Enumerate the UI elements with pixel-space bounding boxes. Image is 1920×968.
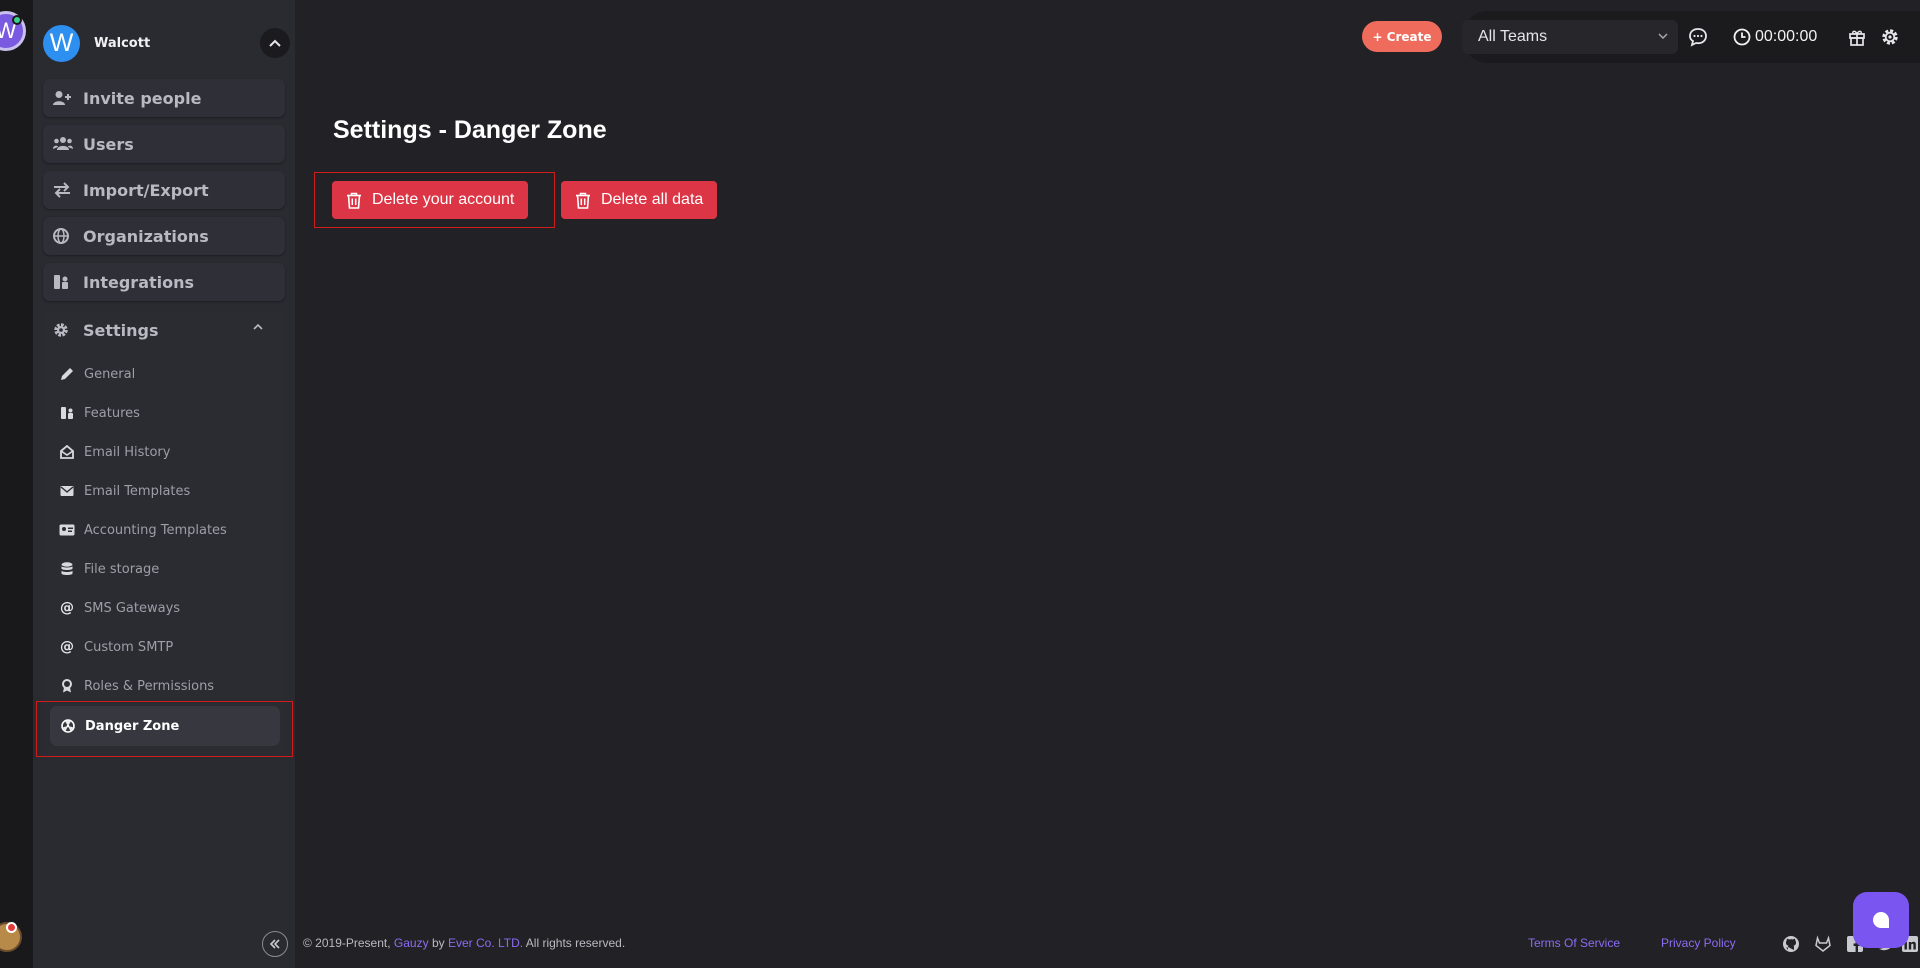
- chevron-up-icon: [253, 324, 263, 330]
- settings-item-label: Features: [84, 405, 140, 421]
- github-icon: [1783, 936, 1799, 952]
- settings-item-label: Email Templates: [84, 483, 191, 499]
- double-chevron-left-icon: [269, 939, 280, 949]
- settings-item-general[interactable]: General: [43, 357, 285, 391]
- settings-item-custom-smtp[interactable]: @ Custom SMTP: [43, 630, 285, 664]
- copyright-rights: All rights reserved.: [525, 936, 626, 950]
- gift-icon: [1849, 30, 1865, 46]
- gitlab-link[interactable]: [1813, 934, 1833, 954]
- sidebar-item-organizations[interactable]: Organizations: [43, 217, 285, 255]
- chevron-up-icon: [269, 39, 281, 47]
- gear-icon: [1882, 29, 1898, 45]
- settings-item-label: Custom SMTP: [84, 639, 174, 655]
- settings-item-label: Email History: [84, 444, 171, 460]
- settings-item-label: SMS Gateways: [84, 600, 181, 616]
- profile-avatar: W: [43, 24, 80, 62]
- settings-item-label: Danger Zone: [85, 718, 180, 734]
- chat-bubble-icon: [1689, 28, 1707, 47]
- settings-item-email-history[interactable]: Email History: [43, 435, 285, 469]
- create-button[interactable]: + Create: [1362, 21, 1442, 52]
- envelope-icon: [58, 483, 76, 499]
- delete-all-data-button[interactable]: Delete all data: [561, 181, 718, 219]
- delete-all-data-label: Delete all data: [601, 191, 704, 208]
- sidebar-item-label: Integrations: [83, 272, 195, 292]
- team-select[interactable]: All Teams: [1462, 20, 1678, 54]
- chevron-down-icon: [1658, 33, 1668, 39]
- puzzle-icon: [58, 405, 76, 421]
- sidebar-item-label: Settings: [83, 320, 159, 340]
- online-status-dot: [12, 15, 22, 25]
- footer-copyright: © 2019-Present, Gauzy by Ever Co. LTD. A…: [303, 936, 625, 950]
- profile-toggle-button[interactable]: [260, 28, 290, 58]
- sidebar-item-label: Invite people: [83, 88, 202, 108]
- delete-account-button[interactable]: Delete your account: [332, 181, 529, 219]
- gauzy-link[interactable]: Gauzy: [394, 936, 429, 950]
- settings-item-features[interactable]: Features: [43, 396, 285, 430]
- pencil-icon: [58, 366, 76, 382]
- profile-initial: W: [49, 28, 74, 57]
- page-title: Settings - Danger Zone: [333, 116, 607, 144]
- privacy-policy-link[interactable]: Privacy Policy: [1661, 936, 1736, 950]
- ever-co-link[interactable]: Ever Co. LTD.: [448, 936, 523, 950]
- sidebar-item-import-export[interactable]: Import/Export: [43, 171, 285, 209]
- envelope-open-icon: [58, 444, 76, 460]
- puzzle-icon: [53, 273, 75, 291]
- sidebar: W Walcott Invite people Users Import/Exp…: [33, 0, 295, 968]
- at-sign-icon: @: [60, 600, 74, 616]
- settings-item-accounting-templates[interactable]: Accounting Templates: [43, 513, 285, 547]
- radiation-icon: [59, 718, 77, 734]
- clock-icon: [1733, 28, 1751, 46]
- settings-item-file-storage[interactable]: File storage: [43, 552, 285, 586]
- chat-button[interactable]: [1687, 26, 1709, 48]
- sidebar-item-users[interactable]: Users: [43, 125, 285, 163]
- settings-item-label: Accounting Templates: [84, 522, 227, 538]
- copyright-prefix: © 2019-Present,: [303, 936, 391, 950]
- collapse-sidebar-button[interactable]: [262, 931, 288, 957]
- user-profile[interactable]: W Walcott: [43, 24, 311, 62]
- chat-widget-button[interactable]: [1853, 892, 1909, 948]
- sidebar-item-integrations[interactable]: Integrations: [43, 263, 285, 301]
- gitlab-icon: [1815, 935, 1831, 952]
- sidebar-item-invite-people[interactable]: Invite people: [43, 79, 285, 117]
- database-icon: [58, 561, 76, 577]
- profile-name: Walcott: [94, 35, 151, 51]
- timer-value: 00:00:00: [1755, 28, 1818, 45]
- github-link[interactable]: [1781, 934, 1801, 954]
- timer[interactable]: 00:00:00: [1733, 25, 1817, 49]
- settings-item-label: File storage: [84, 561, 160, 577]
- terms-of-service-link[interactable]: Terms Of Service: [1528, 936, 1620, 950]
- settings-button[interactable]: [1879, 26, 1901, 48]
- award-icon: [58, 678, 76, 694]
- settings-item-roles-permissions[interactable]: Roles & Permissions: [43, 669, 285, 703]
- globe-icon: [53, 227, 75, 245]
- settings-item-sms-gateways[interactable]: @ SMS Gateways: [43, 591, 285, 625]
- delete-account-label: Delete your account: [372, 191, 515, 208]
- team-select-value: All Teams: [1478, 28, 1548, 45]
- users-icon: [53, 135, 75, 153]
- id-card-icon: [58, 522, 76, 538]
- sidebar-item-settings[interactable]: Settings: [43, 311, 285, 349]
- settings-item-label: Roles & Permissions: [84, 678, 215, 694]
- settings-item-danger-zone[interactable]: Danger Zone: [50, 706, 280, 746]
- trash-icon: [347, 192, 361, 209]
- sidebar-item-label: Organizations: [83, 226, 209, 246]
- settings-group: Settings General Features Email History …: [43, 311, 285, 756]
- settings-item-label: General: [84, 366, 136, 382]
- sidebar-item-label: Users: [83, 134, 134, 154]
- user-plus-icon: [53, 89, 75, 107]
- workspace-rail: W: [0, 0, 33, 968]
- notification-dot: [6, 922, 17, 933]
- sidebar-item-label: Import/Export: [83, 180, 209, 200]
- settings-item-email-templates[interactable]: Email Templates: [43, 474, 285, 508]
- trash-icon: [576, 192, 590, 209]
- gear-icon: [53, 321, 75, 339]
- chat-icon: [1873, 912, 1889, 928]
- gift-button[interactable]: [1846, 26, 1868, 48]
- copyright-by: by: [431, 936, 445, 950]
- at-sign-icon: @: [60, 639, 74, 655]
- exchange-icon: [53, 181, 75, 199]
